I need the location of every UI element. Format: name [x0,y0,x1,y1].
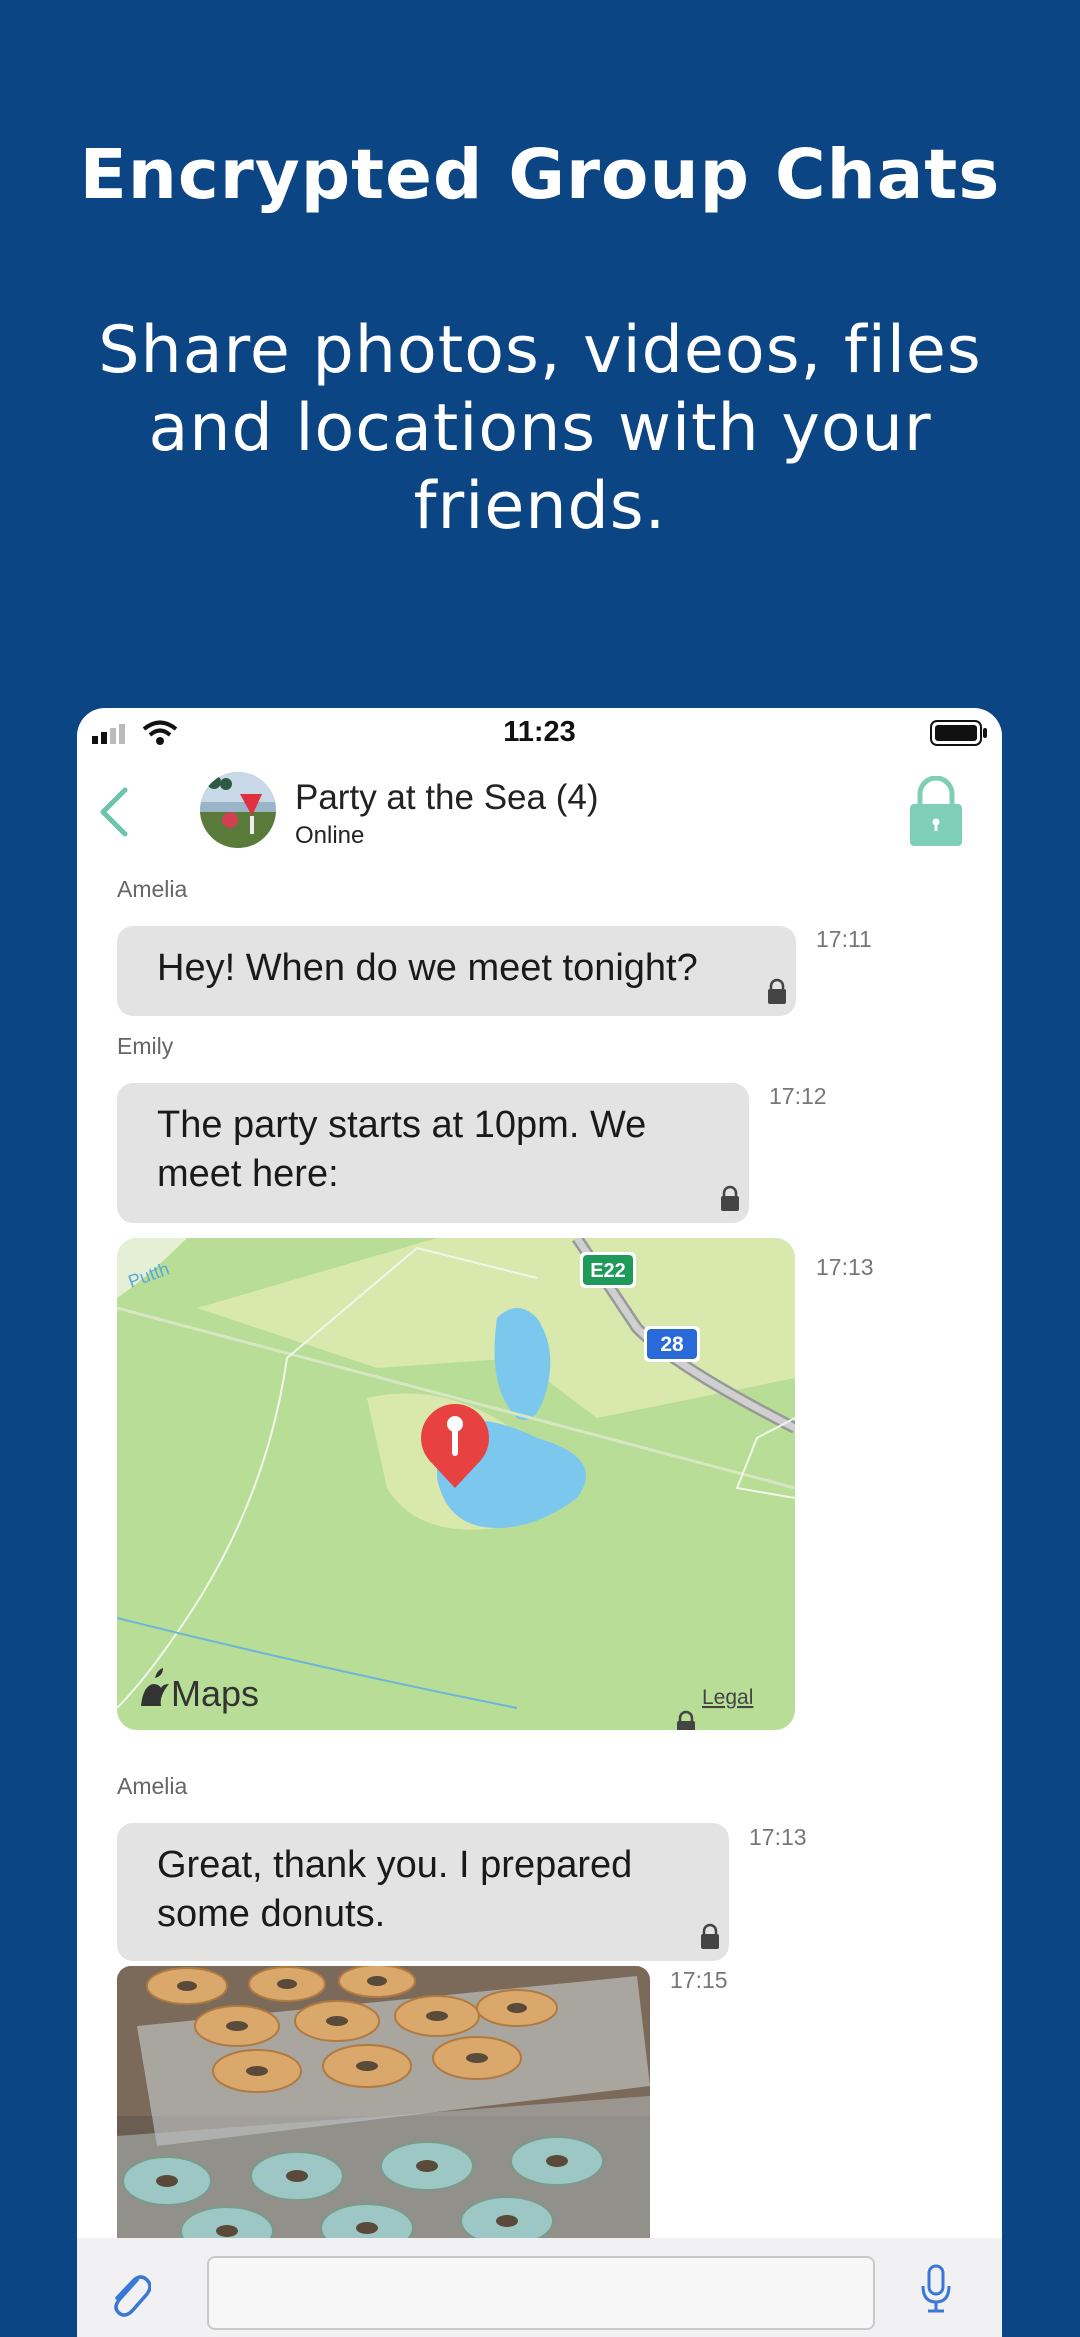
status-time: 11:23 [503,716,576,748]
chat-title[interactable]: Party at the Sea (4) [295,778,598,818]
promo-subtitle: Share photos, videos, files and location… [98,313,982,544]
promo-title: Encrypted Group Chats [79,135,1001,215]
map-legal-link[interactable]: Legal [702,1686,753,1709]
sender-name: Amelia [117,876,188,902]
microphone-icon[interactable] [919,2264,953,2314]
sender-name: Emily [117,1033,174,1059]
road-sign-e22: E22 [580,1252,636,1288]
message-text: Hey! When do we meet tonight? [157,947,698,989]
message-time: 17:11 [816,926,872,952]
svg-text:28: 28 [660,1333,684,1356]
message-text: The party starts at 10pm. We meet here: [157,1104,647,1195]
paperclip-icon[interactable] [107,2268,151,2318]
sender-name: Amelia [117,1773,188,1799]
group-avatar[interactable] [200,772,276,848]
maps-brand: Maps [171,1673,259,1714]
battery-icon [930,720,987,746]
message-input[interactable] [207,2256,875,2330]
message-input-bar [77,2238,1002,2337]
message-time: 17:15 [670,1967,728,1993]
message-time: 17:12 [769,1083,827,1109]
message-time: 17:13 [749,1824,807,1850]
chat-online-status: Online [295,822,365,849]
lock-icon[interactable] [908,776,964,846]
status-bar: 11:23 [77,708,1002,758]
road-sign-28: 28 [644,1326,700,1362]
map-canvas: Putth E22 28 Maps Legal [117,1238,795,1730]
location-map[interactable]: Putth E22 28 Maps Legal [117,1238,795,1730]
message-bubble[interactable]: The party starts at 10pm. We meet here: [117,1083,749,1223]
back-chevron-icon[interactable] [97,786,131,838]
svg-text:E22: E22 [590,1260,626,1282]
encrypted-lock-icon [768,978,786,1004]
photo-message[interactable] [117,1966,650,2246]
encrypted-lock-icon [721,1185,739,1211]
message-bubble[interactable]: Great, thank you. I prepared some donuts… [117,1823,729,1961]
phone-screen: 11:23 Party at the Sea (4) Online Amelia [77,708,1002,2337]
message-bubble[interactable]: Hey! When do we meet tonight? [117,926,796,1016]
encrypted-lock-icon [701,1923,719,1949]
message-time: 17:13 [816,1254,874,1280]
donuts-photo [117,1966,650,2246]
message-text: Great, thank you. I prepared some donuts… [157,1844,633,1935]
